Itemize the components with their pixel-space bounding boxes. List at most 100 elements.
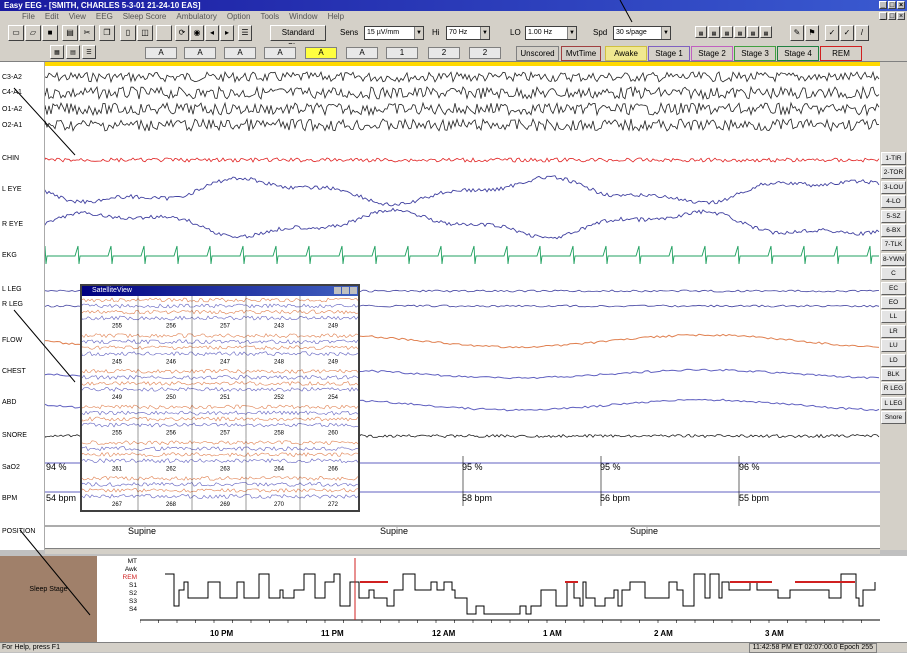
event-button-3-lou[interactable]: 3-LOU: [881, 180, 906, 194]
blank-icon[interactable]: [156, 25, 172, 41]
event-button-ld[interactable]: LD: [881, 353, 906, 367]
view5-icon[interactable]: ▦: [747, 26, 759, 38]
epoch-number[interactable]: 248: [274, 359, 285, 365]
unscored-button[interactable]: Unscored: [516, 46, 559, 61]
event-button-lu[interactable]: LU: [881, 339, 906, 353]
event-button-5-sz[interactable]: 5-SZ: [881, 209, 906, 223]
channel-toggle-7[interactable]: 1: [386, 47, 418, 59]
view3-icon[interactable]: ▦: [721, 26, 733, 38]
hypnogram-plot[interactable]: [140, 558, 880, 628]
epoch-number[interactable]: 256: [166, 431, 177, 437]
menu-ambulatory[interactable]: Ambulatory: [176, 11, 216, 22]
marker-icon[interactable]: ⚑: [805, 25, 819, 41]
pen-icon[interactable]: /: [855, 25, 869, 41]
event-button-ll[interactable]: LL: [881, 310, 906, 324]
menu-sleep-score[interactable]: Sleep Score: [123, 11, 167, 22]
chevron-down-icon[interactable]: ▼: [567, 27, 576, 39]
cut-icon[interactable]: ✂: [79, 25, 95, 41]
epoch-number[interactable]: 252: [274, 395, 285, 401]
maximize-button[interactable]: □: [888, 1, 896, 9]
epoch-number[interactable]: 249: [328, 359, 339, 365]
channel-toggle-8[interactable]: 2: [428, 47, 460, 59]
epoch-number[interactable]: 255: [112, 431, 123, 437]
stage3-button[interactable]: Stage 3: [734, 46, 776, 61]
rem-button[interactable]: REM: [820, 46, 862, 61]
epoch-number[interactable]: 261: [112, 466, 123, 472]
epoch-number[interactable]: 257: [220, 431, 231, 437]
event-button-8-ywn[interactable]: 8-YWN: [881, 252, 906, 266]
epoch-number[interactable]: 249: [112, 395, 123, 401]
split-icon[interactable]: ◫: [137, 25, 153, 41]
menu-option[interactable]: Option: [227, 11, 251, 22]
sat-maximize-button[interactable]: [342, 287, 349, 294]
event-button-c[interactable]: C: [881, 267, 906, 281]
event-button-2-tor[interactable]: 2-TOR: [881, 166, 906, 180]
epoch-number[interactable]: 257: [220, 324, 231, 330]
mdi-close-button[interactable]: ×: [897, 12, 905, 20]
epoch-number[interactable]: 250: [166, 395, 177, 401]
print-icon[interactable]: ▤: [62, 25, 78, 41]
channel-toggle-3[interactable]: A: [224, 47, 256, 59]
epoch-number[interactable]: 268: [166, 502, 177, 508]
tool-icon[interactable]: ✎: [790, 25, 804, 41]
epoch-number[interactable]: 270: [274, 502, 285, 508]
layout-icon[interactable]: ▤: [66, 45, 80, 59]
event-button-6-bx[interactable]: 6-BX: [881, 224, 906, 237]
epoch-number[interactable]: 243: [274, 324, 285, 330]
open-icon[interactable]: ▱: [25, 25, 41, 41]
epoch-number[interactable]: 255: [112, 324, 123, 330]
play-icon[interactable]: ▸: [220, 25, 234, 41]
copy-icon[interactable]: ❐: [99, 25, 115, 41]
view2-icon[interactable]: ▦: [708, 26, 720, 38]
epoch-number[interactable]: 272: [328, 502, 339, 508]
satellite-view-window[interactable]: SatelliteView 255 256 257 243 249 245 246 247 24…: [80, 284, 360, 512]
mdi-minimize-button[interactable]: _: [879, 12, 887, 20]
chevron-down-icon[interactable]: ▼: [480, 27, 489, 39]
menu-tools[interactable]: Tools: [260, 11, 279, 22]
mark2-icon[interactable]: ✓: [840, 25, 854, 41]
close-button[interactable]: ×: [897, 1, 905, 9]
channel-toggle-4[interactable]: A: [264, 47, 296, 59]
sens-select[interactable]: 15 µV/mm ▼: [364, 26, 424, 40]
epoch-number[interactable]: 247: [220, 359, 231, 365]
view4-icon[interactable]: ▦: [734, 26, 746, 38]
event-button-1-tir[interactable]: 1-TIR: [881, 152, 906, 165]
event-button-blk[interactable]: BLK: [881, 368, 906, 381]
grid-icon[interactable]: ▦: [50, 45, 64, 59]
channel-toggle-1[interactable]: A: [145, 47, 177, 59]
lo-select[interactable]: 1.00 Hz ▼: [525, 26, 577, 40]
speed-select[interactable]: 30 s/page ▼: [613, 26, 671, 40]
event-button-snore[interactable]: Snore: [881, 411, 906, 425]
channel-toggle-5[interactable]: A: [305, 47, 337, 59]
menu-view[interactable]: View: [69, 11, 86, 22]
page-icon[interactable]: ▯: [120, 25, 136, 41]
menu-window[interactable]: Window: [289, 11, 317, 22]
epoch-number[interactable]: 251: [220, 395, 231, 401]
minimize-button[interactable]: _: [879, 1, 887, 9]
stage2-button[interactable]: Stage 2: [691, 46, 733, 61]
awake-button[interactable]: Awake: [605, 46, 647, 61]
montage-select[interactable]: Standard Sleep: [270, 25, 326, 51]
channel-toggle-9[interactable]: 2: [469, 47, 501, 59]
sat-minimize-button[interactable]: [334, 287, 341, 294]
mvttime-button[interactable]: MvtTime: [561, 46, 601, 61]
epoch-number[interactable]: 269: [220, 502, 231, 508]
epoch-number[interactable]: 260: [328, 431, 339, 437]
new-icon[interactable]: ▭: [8, 25, 24, 41]
sat-close-button[interactable]: [350, 287, 357, 294]
event-button-4-lo[interactable]: 4-LO: [881, 195, 906, 209]
epoch-number[interactable]: 245: [112, 359, 123, 365]
view6-icon[interactable]: ▦: [760, 26, 772, 38]
epoch-number[interactable]: 263: [220, 466, 231, 472]
epoch-number[interactable]: 254: [328, 395, 339, 401]
menu-file[interactable]: File: [22, 11, 35, 22]
event-button-7-tlk[interactable]: 7-TLK: [881, 238, 906, 252]
epoch-number[interactable]: 264: [274, 466, 285, 472]
epoch-number[interactable]: 266: [328, 466, 339, 472]
epoch-number[interactable]: 267: [112, 502, 123, 508]
hypnogram-panel[interactable]: Sleep Stage MT Awk REM S1 S2 S3 S4 10 PM…: [0, 556, 907, 642]
event-button-r-leg[interactable]: R LEG: [881, 382, 906, 396]
epoch-number[interactable]: 246: [166, 359, 177, 365]
view1-icon[interactable]: ▦: [695, 26, 707, 38]
event-button-eo[interactable]: EO: [881, 296, 906, 309]
